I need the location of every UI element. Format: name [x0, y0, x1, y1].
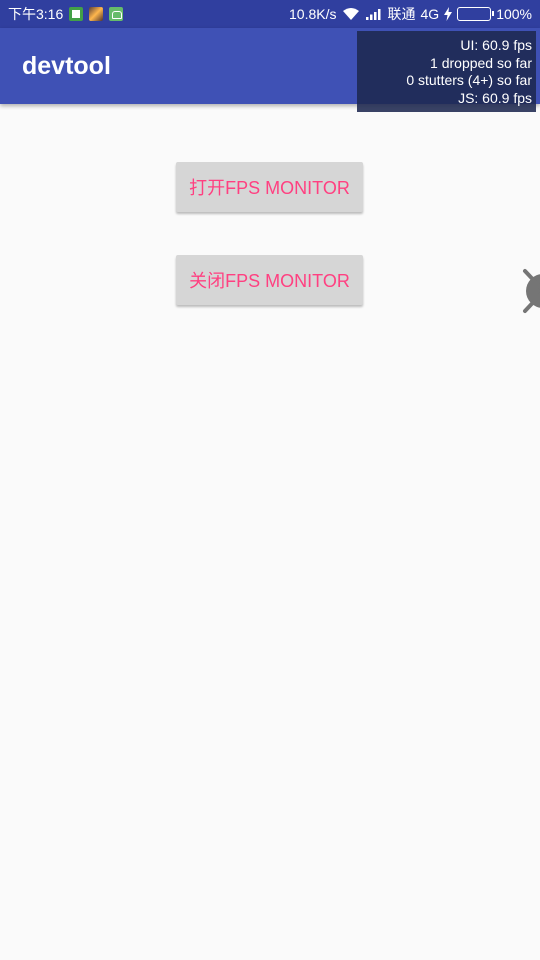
ui-fps: UI: 60.9 fps [460, 37, 532, 53]
sim-card-icon [69, 7, 84, 21]
status-left: 下午3:16 [8, 4, 124, 24]
open-fps-monitor-button[interactable]: 打开FPS MONITOR [176, 162, 363, 212]
battery-icon [457, 7, 495, 21]
network-speed: 10.8K/s [289, 6, 337, 22]
stutters: 0 stutters (4+) so far [406, 72, 532, 88]
network-type: 4G [420, 6, 440, 22]
dropped-frames: 1 dropped so far [430, 54, 532, 71]
wifi-icon [342, 8, 359, 20]
android-icon [109, 7, 124, 21]
close-fps-monitor-button[interactable]: 关闭FPS MONITOR [176, 255, 363, 305]
charging-icon [444, 7, 453, 21]
fps-monitor-overlay: UI: 60.9 fps 1 dropped so far 0 stutters… [357, 31, 536, 112]
app-title: devtool [22, 52, 111, 80]
js-fps: JS: 60.9 fps [458, 89, 532, 106]
status-bar: 下午3:16 10.8K/s 联通 4G 100% [0, 0, 540, 28]
status-right: 10.8K/s 联通 4G 100% [289, 4, 532, 24]
battery-percent: 100% [496, 6, 532, 22]
carrier-label: 联通 [387, 6, 416, 22]
floating-handle-icon[interactable] [520, 268, 540, 314]
signal-icon [365, 9, 380, 20]
status-time: 下午3:16 [8, 6, 64, 22]
photo-icon [89, 7, 104, 21]
